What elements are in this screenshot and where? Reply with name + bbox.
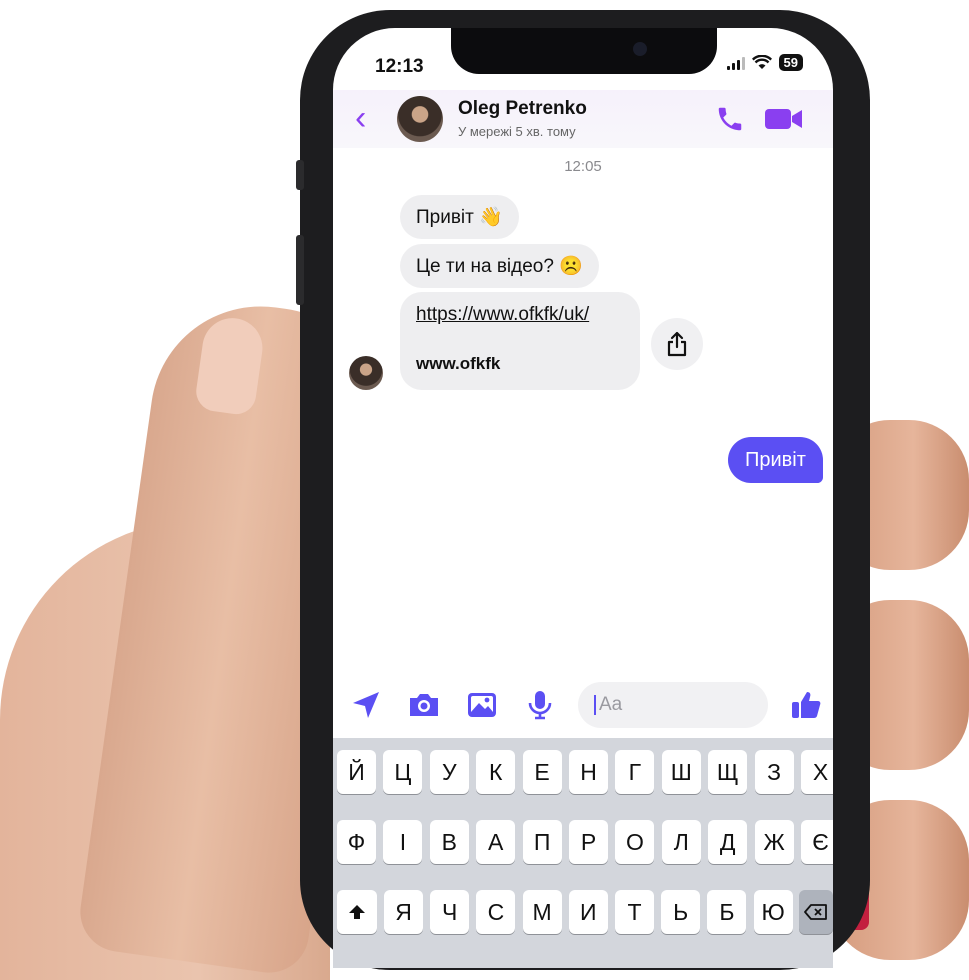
keyboard: ЙЦУКЕНГШЩЗХ ФІВАПРОЛДЖЄ ЯЧСМИТЬБЮ [333,738,833,968]
key-Є[interactable]: Є [801,820,833,864]
volume-button [296,160,304,190]
notch [451,28,717,74]
key-Ш[interactable]: Ш [661,750,701,794]
thumbs-up-icon[interactable] [789,688,823,722]
status-time: 12:13 [375,56,424,77]
status-icons: 59 [726,54,803,71]
key-Ц[interactable]: Ц [383,750,423,794]
sent-message[interactable]: Привіт [728,437,823,483]
key-Б[interactable]: Б [707,890,747,934]
message-input-placeholder: Aa [594,695,622,715]
key-Ю[interactable]: Ю [753,890,793,934]
microphone-icon[interactable] [523,688,557,722]
share-icon [667,331,687,357]
message-input[interactable]: Aa [578,682,768,728]
front-camera [633,42,647,56]
contact-name[interactable]: Oleg Petrenko [458,98,587,120]
camera-icon[interactable] [407,688,441,722]
backspace-key[interactable] [799,890,833,934]
key-Н[interactable]: Н [569,750,608,794]
key-У[interactable]: У [429,750,469,794]
key-Я[interactable]: Я [384,890,423,934]
key-Х[interactable]: Х [801,750,833,794]
key-Ч[interactable]: Ч [430,890,470,934]
avatar[interactable] [397,96,443,142]
message-composer: Aa [333,680,833,730]
key-С[interactable]: С [476,890,516,934]
message-timestamp: 12:05 [564,158,602,175]
key-А[interactable]: А [476,820,516,864]
chat-header: ‹ Oleg Petrenko У мережі 5 хв. тому [333,90,833,148]
key-М[interactable]: М [522,890,562,934]
key-П[interactable]: П [522,820,562,864]
key-Д[interactable]: Д [708,820,748,864]
key-Л[interactable]: Л [661,820,701,864]
key-І[interactable]: І [383,820,423,864]
key-Ф[interactable]: Ф [337,820,376,864]
key-Й[interactable]: Й [337,750,376,794]
key-Е[interactable]: Е [522,750,562,794]
link-preview[interactable]: https://www.ofkfk/uk/ www.ofkfk [400,292,640,390]
link-title: www.ofkfk [416,354,501,373]
received-message[interactable]: Привіт 👋 [400,195,519,239]
key-Г[interactable]: Г [615,750,655,794]
key-Ж[interactable]: Ж [754,820,794,864]
received-message[interactable]: Це ти на відео? ☹️ [400,244,599,288]
volume-button [296,235,304,305]
location-send-icon[interactable] [349,688,383,722]
key-О[interactable]: О [615,820,655,864]
key-Р[interactable]: Р [569,820,608,864]
gallery-icon[interactable] [465,688,499,722]
sender-avatar [349,356,383,390]
wifi-icon [751,55,772,69]
key-Щ[interactable]: Щ [708,750,748,794]
key-В[interactable]: В [429,820,469,864]
shift-key[interactable] [337,890,377,934]
video-call-icon[interactable] [765,106,803,132]
key-Т[interactable]: Т [615,890,654,934]
phone-call-icon[interactable] [715,104,745,134]
share-button[interactable] [651,318,703,370]
key-З[interactable]: З [754,750,794,794]
battery-indicator: 59 [778,54,803,71]
key-К[interactable]: К [476,750,516,794]
link-url[interactable]: https://www.ofkfk/uk/ [416,304,589,326]
back-icon[interactable]: ‹ [355,101,373,135]
key-И[interactable]: И [568,890,608,934]
key-Ь[interactable]: Ь [661,890,701,934]
phone-screen: 12:13 59 ‹ Oleg Petrenko У мережі 5 хв. … [333,28,833,968]
signal-icon [726,56,745,70]
contact-status: У мережі 5 хв. тому [458,124,576,139]
